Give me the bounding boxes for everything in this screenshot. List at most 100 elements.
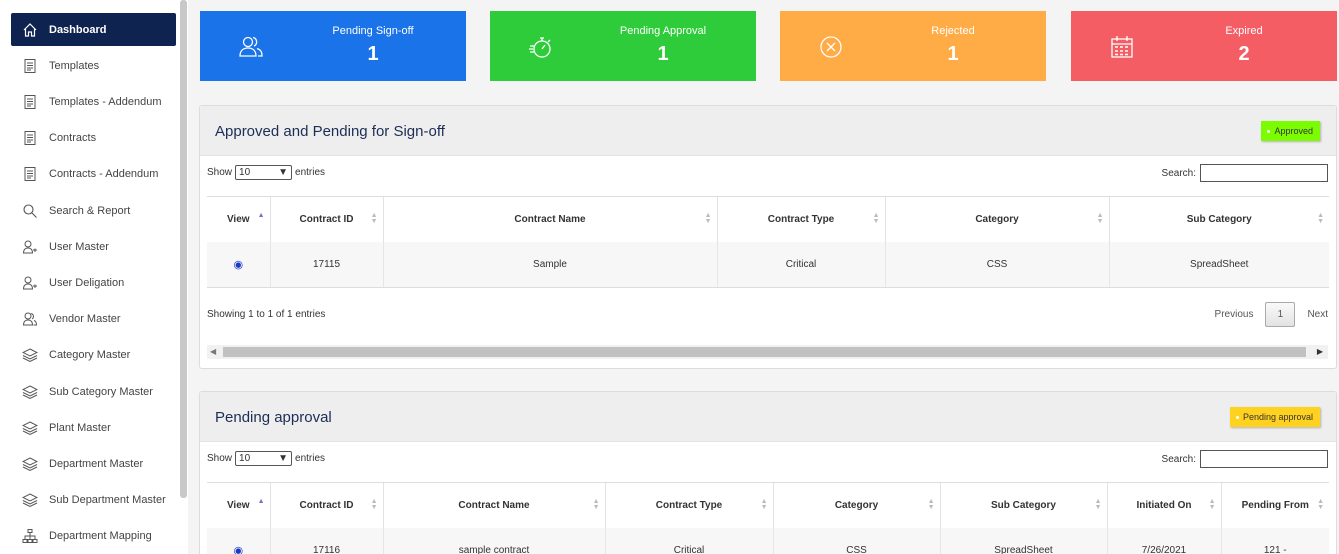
sidebar-item-dashboard[interactable]: Dashboard bbox=[11, 13, 176, 46]
sidebar-item-label: Sub Category Master bbox=[49, 385, 153, 398]
page-length-select[interactable]: 10 ▼ bbox=[235, 165, 293, 180]
column-header-category[interactable]: Category ▲ ▼ bbox=[884, 196, 1109, 242]
card-title: Pending Approval bbox=[619, 25, 707, 37]
column-header-contract-name[interactable]: Contract Name ▲ ▼ bbox=[382, 482, 605, 528]
column-header-contract-id[interactable]: Contract ID ▲ ▼ bbox=[269, 482, 383, 528]
cell-pending: 121 - bbox=[1220, 527, 1329, 554]
view-cell: ◉ bbox=[207, 241, 270, 288]
chevron-down-icon: ▼ bbox=[278, 167, 289, 178]
sort-icon: ▲ ▼ bbox=[1317, 498, 1324, 511]
next-button[interactable]: Next bbox=[1307, 309, 1328, 320]
sidebar-item-label: Templates - Addendum bbox=[49, 95, 162, 108]
scroll-right-icon[interactable]: ▶ bbox=[1317, 347, 1323, 356]
pending-sign-off-card[interactable]: Pending Sign-off 1 bbox=[200, 11, 466, 81]
sidebar-item-user-deligation[interactable]: User Deligation bbox=[11, 266, 176, 299]
sidebar-item-sub-department-master[interactable]: Sub Department Master bbox=[11, 484, 176, 517]
column-header-contract-id[interactable]: Contract ID ▲ ▼ bbox=[269, 196, 383, 242]
column-header-contract-type[interactable]: Contract Type ▲ ▼ bbox=[604, 482, 773, 528]
pending-approval-badge: Pending approval bbox=[1229, 407, 1320, 427]
sidebar-item-plant-master[interactable]: Plant Master bbox=[11, 411, 176, 444]
document-icon bbox=[11, 130, 49, 146]
column-header-pending-from[interactable]: Pending From ▲ ▼ bbox=[1220, 482, 1329, 528]
column-header-initiated-on[interactable]: Initiated On ▲ ▼ bbox=[1106, 482, 1221, 528]
column-header-category[interactable]: Category ▲ ▼ bbox=[772, 482, 940, 528]
users-icon bbox=[238, 34, 264, 60]
sidebar-item-label: Department Mapping bbox=[49, 530, 152, 543]
sidebar-item-contracts-addendum[interactable]: Contracts - Addendum bbox=[11, 158, 176, 191]
page-length-value: 10 bbox=[239, 167, 251, 178]
approved-table: View ▲ Contract ID ▲ ▼ Contract Name ▲ ▼ Contrac… bbox=[207, 196, 1329, 288]
previous-button[interactable]: Previous bbox=[1215, 309, 1254, 320]
pending-approval-card[interactable]: Pending Approval 1 bbox=[490, 11, 756, 81]
sort-icon: ▲ ▼ bbox=[704, 212, 712, 225]
sort-icon: ▲ ▼ bbox=[1096, 212, 1104, 225]
sort-icon: ▲ ▼ bbox=[872, 212, 880, 225]
cell-category: CSS bbox=[884, 241, 1109, 288]
sort-icon: ▲ ▼ bbox=[760, 498, 768, 511]
sidebar-item-department-master[interactable]: Department Master bbox=[11, 447, 176, 480]
cell-sub_category: SpreadSheet bbox=[939, 527, 1107, 554]
sidebar-item-vendor-master[interactable]: Vendor Master bbox=[11, 303, 176, 336]
pending-table: View ▲ Contract ID ▲ ▼ Contract Name ▲ ▼ Contrac… bbox=[207, 482, 1329, 554]
badge-label: Approved bbox=[1274, 126, 1313, 136]
sitemap-icon bbox=[11, 528, 49, 544]
approved-badge: Approved bbox=[1261, 121, 1320, 141]
layers-icon bbox=[11, 420, 49, 436]
column-header-view[interactable]: View ▲ bbox=[207, 482, 270, 528]
column-label: Contract ID bbox=[299, 213, 354, 225]
expired-card[interactable]: Expired 2 bbox=[1071, 11, 1337, 81]
sort-icon: ▲ ▼ bbox=[370, 212, 378, 225]
card-value: 1 bbox=[947, 43, 959, 65]
cell-sub_category: SpreadSheet bbox=[1108, 241, 1329, 288]
sidebar-item-category-master[interactable]: Category Master bbox=[11, 339, 176, 372]
layers-icon bbox=[11, 347, 49, 363]
sidebar-scrollbar[interactable] bbox=[180, 0, 187, 498]
page-length-value: 10 bbox=[239, 453, 251, 464]
sidebar-item-label: Contracts - Addendum bbox=[49, 168, 159, 181]
sidebar-item-label: Search & Report bbox=[49, 204, 131, 217]
users-icon bbox=[11, 311, 49, 327]
show-label: Show bbox=[207, 167, 233, 178]
search-input[interactable] bbox=[1200, 164, 1328, 182]
horizontal-scrollbar[interactable]: ◀ ▶ bbox=[207, 345, 1328, 359]
column-label: View bbox=[226, 213, 250, 225]
user-icon bbox=[11, 239, 49, 255]
sidebar-item-search-report[interactable]: Search & Report bbox=[11, 194, 176, 227]
panel-title: Pending approval bbox=[215, 409, 332, 426]
column-header-contract-type[interactable]: Contract Type ▲ ▼ bbox=[716, 196, 885, 242]
sidebar-item-label: Department Master bbox=[49, 457, 144, 470]
page-1-button[interactable]: 1 bbox=[1265, 302, 1296, 327]
rejected-card[interactable]: Rejected 1 bbox=[780, 11, 1046, 81]
sort-icon: ▲ ▼ bbox=[1317, 212, 1324, 225]
page-length-select[interactable]: 10 ▼ bbox=[235, 451, 293, 466]
column-label: Sub Category bbox=[1186, 213, 1252, 225]
sidebar-item-templates-addendum[interactable]: Templates - Addendum bbox=[11, 85, 176, 118]
search-control: Search: bbox=[1162, 450, 1328, 468]
search-input[interactable] bbox=[1200, 450, 1328, 468]
sidebar-item-department-mapping[interactable]: Department Mapping bbox=[11, 520, 176, 553]
panel-header: Pending approval Pending approval bbox=[200, 392, 1336, 442]
column-header-sub-category[interactable]: Sub Category ▲ ▼ bbox=[1108, 196, 1329, 242]
eye-icon[interactable]: ◉ bbox=[233, 545, 243, 554]
sidebar-item-contracts[interactable]: Contracts bbox=[11, 122, 176, 155]
column-header-contract-name[interactable]: Contract Name ▲ ▼ bbox=[382, 196, 717, 242]
scroll-left-icon[interactable]: ◀ bbox=[210, 347, 216, 356]
sidebar-item-label: Dashboard bbox=[49, 23, 107, 36]
column-header-sub-category[interactable]: Sub Category ▲ ▼ bbox=[939, 482, 1107, 528]
sidebar-item-label: Sub Department Master bbox=[49, 494, 166, 507]
table-row: ◉ 17115 Sample Critical CSS SpreadSheet bbox=[207, 241, 1329, 288]
cell-type: Critical bbox=[716, 241, 885, 288]
column-header-view[interactable]: View ▲ bbox=[207, 196, 270, 242]
eye-icon[interactable]: ◉ bbox=[233, 259, 243, 271]
column-label: Category bbox=[975, 213, 1019, 225]
sidebar-item-user-master[interactable]: User Master bbox=[11, 230, 176, 263]
sort-icon: ▲ ▼ bbox=[370, 498, 378, 511]
x-circle-icon bbox=[818, 34, 844, 60]
sidebar-item-sub-category-master[interactable]: Sub Category Master bbox=[11, 375, 176, 408]
sort-icon: ▲ ▼ bbox=[927, 498, 935, 511]
column-label: Contract Type bbox=[767, 213, 835, 225]
scroll-thumb[interactable] bbox=[223, 347, 1306, 357]
sidebar-item-templates[interactable]: Templates bbox=[11, 49, 176, 82]
sidebar: Dashboard Templates Templates - Addendum Co… bbox=[0, 0, 188, 554]
stopwatch-icon bbox=[528, 34, 554, 60]
